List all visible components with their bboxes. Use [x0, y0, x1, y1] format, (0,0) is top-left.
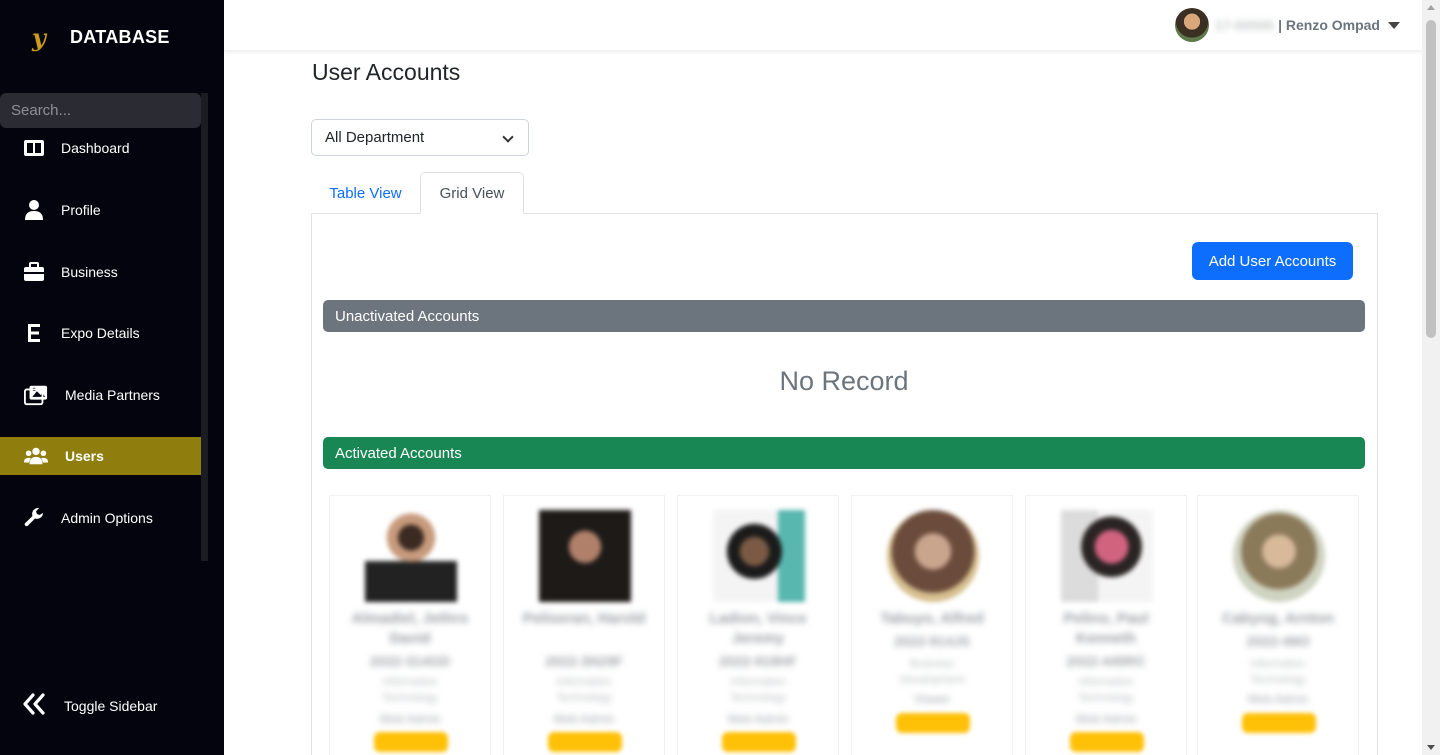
sidebar-item-profile[interactable]: Profile — [0, 191, 201, 229]
no-record-message: No Record — [779, 366, 909, 396]
user-department: Information Technology — [730, 676, 786, 704]
user-id: 2022-4M3 — [1246, 633, 1310, 649]
letter-e-icon — [22, 321, 46, 345]
unactivated-accounts-header: Unactivated Accounts — [323, 300, 1365, 332]
user-icon — [22, 198, 46, 222]
sidebar-scrollbar[interactable] — [201, 93, 208, 561]
user-department: Information Technology — [1078, 676, 1134, 704]
add-user-accounts-button[interactable]: Add User Accounts — [1192, 242, 1353, 280]
sidebar-item-label: Media Partners — [65, 387, 160, 403]
topbar: 17-00000 | Renzo Ompad — [224, 0, 1422, 50]
user-photo — [539, 510, 631, 602]
sidebar-item-users[interactable]: Users — [0, 437, 201, 475]
activated-accounts-header: Activated Accounts — [323, 437, 1365, 469]
wrench-icon — [22, 506, 46, 530]
scroll-down-icon[interactable] — [1427, 745, 1435, 750]
status-badge — [1070, 732, 1144, 752]
user-department: Business Development — [899, 658, 965, 686]
user-name: Pelino, Paul Kenneth — [1063, 610, 1149, 647]
sidebar-item-media-partners[interactable]: Media Partners — [0, 376, 201, 414]
user-role: Web Admin — [727, 712, 789, 726]
sidebar-item-label: Dashboard — [61, 140, 130, 156]
avatar — [1174, 8, 1209, 42]
user-id: 17-00000 — [1214, 17, 1275, 33]
double-chevron-left-icon — [22, 691, 46, 722]
chevron-down-icon — [502, 131, 514, 143]
sidebar-item-label: Profile — [61, 202, 101, 218]
sidebar-item-dashboard[interactable]: Dashboard — [0, 129, 201, 167]
user-name: Almadiel, Jethro David — [351, 610, 469, 647]
user-card[interactable]: Pelino, Paul Kenneth 2022-449RC Informat… — [1025, 495, 1187, 755]
status-badge — [722, 732, 796, 752]
search-input[interactable] — [0, 93, 201, 128]
user-photo — [713, 510, 805, 602]
scrollbar-thumb[interactable] — [1426, 20, 1436, 338]
department-select-value: All Department — [325, 129, 425, 146]
user-name: Ladion, Vince Jeremy — [709, 610, 807, 647]
user-role: Viewer — [913, 692, 951, 706]
caret-down-icon — [1388, 21, 1400, 29]
status-badge — [896, 713, 970, 733]
sidebar-item-label: Business — [61, 264, 118, 280]
user-department: Information Technology — [1250, 658, 1306, 686]
status-badge — [1242, 713, 1316, 733]
user-name: Tabuyo, Alfred — [880, 610, 984, 627]
users-icon — [24, 444, 48, 468]
sidebar-item-label: Admin Options — [61, 510, 153, 526]
user-id: 2022-449RC — [1066, 653, 1146, 669]
status-badge — [548, 732, 622, 752]
user-name: Peliseran, Harold — [522, 610, 646, 627]
sidebar-item-label: Expo Details — [61, 325, 140, 341]
photo-gallery-icon — [24, 383, 48, 407]
page-title: User Accounts — [312, 59, 461, 85]
user-card[interactable]: Peliseran, Harold 2022-3N29F Information… — [503, 495, 665, 755]
toggle-sidebar-button[interactable]: Toggle Sidebar — [0, 688, 201, 724]
brand[interactable]: y DATABASE — [24, 22, 170, 52]
user-photo — [887, 510, 979, 602]
logo-icon: y — [32, 22, 46, 52]
user-card[interactable]: Almadiel, Jethro David 2022-314GD Inform… — [329, 495, 491, 755]
user-card[interactable]: Tabuyo, Alfred 2022-914JS Business Devel… — [851, 495, 1013, 755]
dashboard-icon — [22, 136, 46, 160]
user-card[interactable]: Ladion, Vince Jeremy 2022-918HF Informat… — [677, 495, 839, 755]
user-photo — [365, 510, 457, 602]
sidebar-item-expo-details[interactable]: Expo Details — [0, 314, 201, 352]
app-title: DATABASE — [70, 26, 170, 47]
page-scrollbar[interactable] — [1422, 0, 1440, 755]
user-role: Web Admin — [1075, 712, 1137, 726]
user-card[interactable]: Cabyog, Arnton 2022-4M3 Information Tech… — [1197, 495, 1359, 755]
sidebar-item-business[interactable]: Business — [0, 253, 201, 291]
user-role: Web Admin — [553, 712, 615, 726]
user-id: 2022-3N29F — [545, 653, 623, 669]
tab-table-view[interactable]: Table View — [311, 172, 420, 214]
user-menu[interactable]: 17-00000 | Renzo Ompad — [1174, 8, 1400, 42]
user-id: 2022-314GD — [369, 653, 451, 669]
user-name: | Renzo Ompad — [1278, 17, 1380, 33]
user-department: Information Technology — [556, 676, 612, 704]
user-role: Web Admin — [379, 712, 441, 726]
tab-grid-view[interactable]: Grid View — [420, 172, 524, 214]
scroll-up-icon[interactable] — [1427, 5, 1435, 10]
sidebar-item-label: Users — [65, 448, 104, 464]
briefcase-icon — [22, 260, 46, 284]
department-select[interactable]: All Department — [311, 119, 529, 156]
status-badge — [374, 732, 448, 752]
user-id: 2022-914JS — [893, 633, 971, 649]
user-name: Cabyog, Arnton — [1222, 610, 1334, 627]
sidebar: y DATABASE Dashboard Profile Business Ex… — [0, 0, 224, 755]
user-photo — [1233, 510, 1325, 602]
toggle-sidebar-label: Toggle Sidebar — [64, 698, 158, 714]
user-role: Web Admin — [1247, 692, 1309, 706]
user-id: 2022-918HF — [719, 653, 797, 669]
user-photo — [1061, 510, 1153, 602]
user-department: Information Technology — [382, 676, 438, 704]
sidebar-item-admin-options[interactable]: Admin Options — [0, 499, 201, 537]
